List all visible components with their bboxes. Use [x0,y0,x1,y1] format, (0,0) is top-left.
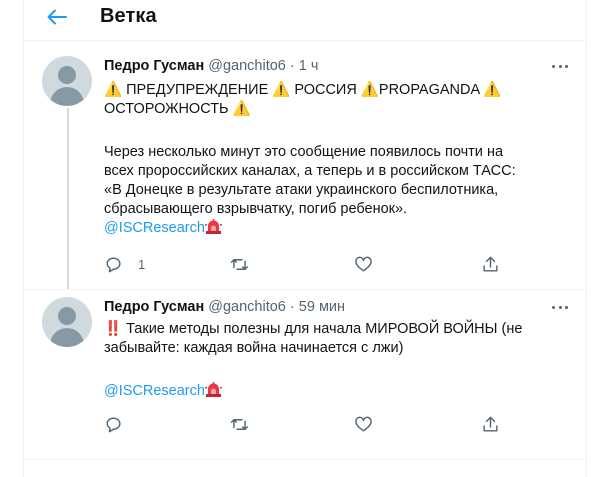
tweet-time[interactable]: 59 мин [299,299,345,315]
tweet-meta: Педро Гусман @ganchito6 · 59 мин [104,299,345,315]
reply-count: 1 [138,256,146,272]
heart-icon [355,416,372,432]
like-button[interactable] [354,413,373,435]
retweet-button[interactable] [230,413,249,435]
retweet-icon [230,258,249,270]
page-title: Ветка [100,5,157,27]
tweet-line: ‼️ Такие методы полезны для начала МИРОВ… [104,321,523,337]
mention-link[interactable]: @ISCResearch [104,220,205,236]
reply-button[interactable]: 1 [104,253,145,275]
thread-header: Ветка [24,0,586,35]
share-button[interactable] [481,413,500,435]
divider [24,40,586,41]
share-icon [483,416,498,432]
meta-dot: · [289,58,295,74]
divider [24,459,586,460]
thread-column: Ветка Педро Гусман @ganchito6 · 1 ч ⚠️ П… [23,0,587,477]
tweet-line: всех пророссийских каналах, а теперь и в… [104,163,516,179]
tweet-paragraph: Через несколько минут это сообщение появ… [104,143,574,238]
retweet-icon [230,418,249,430]
divider [24,289,586,290]
retweet-button[interactable] [230,253,249,275]
tweet-line: Через несколько минут это сообщение появ… [104,144,504,160]
tweet-time[interactable]: 1 ч [299,58,319,74]
back-button[interactable] [44,5,70,29]
avatar[interactable] [42,56,92,106]
like-button[interactable] [354,253,373,275]
author-name[interactable]: Педро Гусман [104,299,204,315]
share-icon [483,256,498,272]
reply-button[interactable] [104,413,123,435]
author-name[interactable]: Педро Гусман [104,58,204,74]
siren-emoji-icon [204,382,222,397]
heart-icon [355,256,372,272]
arrow-left-icon [47,9,67,25]
more-button[interactable] [550,60,570,74]
tweet-line: сбрасывающего взрывчатку, погиб ребенок»… [104,201,408,217]
author-handle[interactable]: @ganchito6 [208,58,286,74]
author-handle[interactable]: @ganchito6 [208,299,286,315]
share-button[interactable] [481,253,500,275]
mention-link[interactable]: @ISCResearch [104,383,205,399]
thread-connector [67,108,69,290]
siren-emoji-icon [204,219,222,234]
tweet-line: «В Донецке в результате атаки украинског… [104,182,499,198]
avatar[interactable] [42,297,92,347]
tweet-meta: Педро Гусман @ganchito6 · 1 ч [104,58,318,74]
tweet-line: забывайте: каждая война начинается с лжи… [104,340,404,356]
tweet-line: ⚠️ ПРЕДУПРЕЖДЕНИЕ ⚠️ РОССИЯ ⚠️PROPAGANDA… [104,82,502,98]
tweet-line: ОСТОРОЖНОСТЬ ⚠️ [104,101,251,117]
tweet-mention-line: @ISCResearch [104,382,574,401]
meta-dot: · [289,299,295,315]
reply-icon [106,256,121,272]
tweet-text: ⚠️ ПРЕДУПРЕЖДЕНИЕ ⚠️ РОССИЯ ⚠️PROPAGANDA… [104,81,574,119]
tweet-actions [104,413,504,435]
more-button[interactable] [550,301,570,315]
reply-icon [106,416,121,432]
tweet-actions: 1 [104,253,504,275]
tweet-text: ‼️ Такие методы полезны для начала МИРОВ… [104,320,574,358]
